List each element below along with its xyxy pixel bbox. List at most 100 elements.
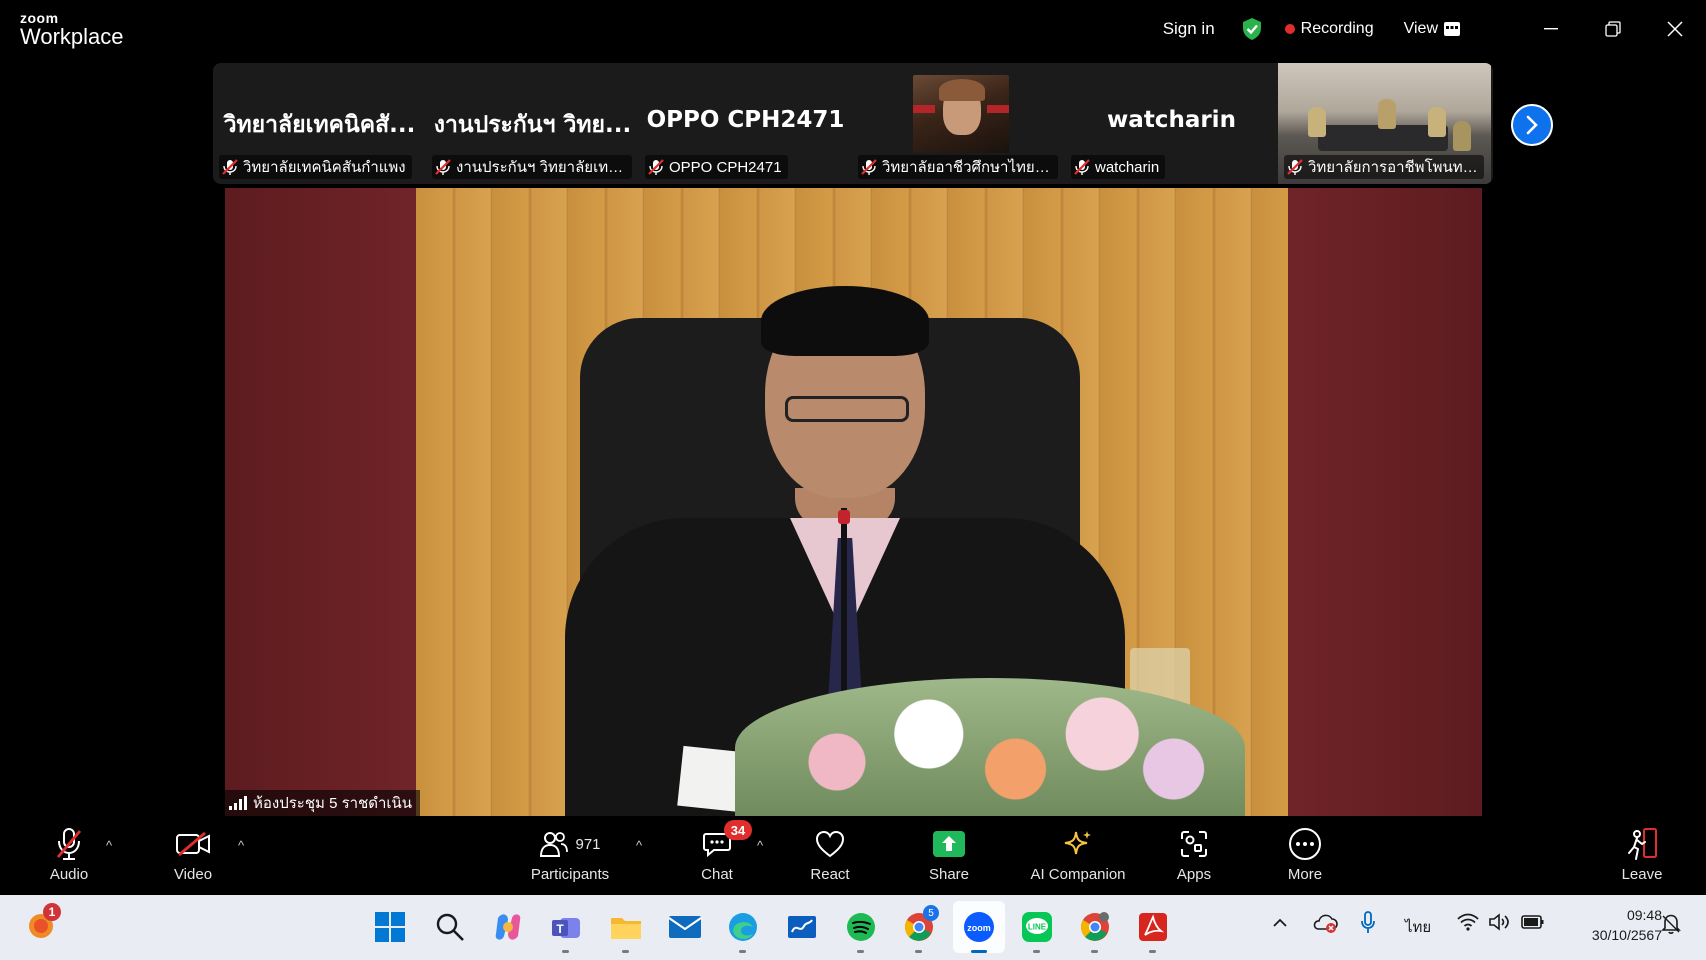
start-menu-icon[interactable] <box>372 909 408 945</box>
more-icon <box>1289 828 1321 860</box>
participant-tile[interactable]: วิทยาลัยอาชีวศึกษาไทยเท... <box>852 63 1065 184</box>
participant-caption-text: งานประกันฯ วิทยาลัยเทคนิ... <box>456 159 626 176</box>
sign-in-link[interactable]: Sign in <box>1163 19 1215 39</box>
participant-caption: OPPO CPH2471 <box>645 155 788 179</box>
clock-date: 30/10/2567 <box>1591 927 1662 943</box>
more-button[interactable]: More <box>1250 826 1360 883</box>
video-options-caret[interactable]: ^ <box>238 838 244 853</box>
whiteboard-icon[interactable] <box>784 909 820 945</box>
wifi-icon[interactable] <box>1457 913 1479 935</box>
grid-view-icon <box>1444 22 1460 36</box>
logo-product: Workplace <box>20 24 124 49</box>
line-app-icon[interactable]: LINE <box>1019 909 1055 953</box>
next-page-button[interactable] <box>1511 104 1553 146</box>
participant-tile[interactable]: งานประกันฯ วิทย... งานประกันฯ วิทยาลัยเท… <box>426 63 639 184</box>
teams-icon[interactable]: T <box>548 909 584 953</box>
mic-muted-icon <box>861 159 877 175</box>
system-clock[interactable]: 09:48 30/10/2567 <box>1592 905 1662 945</box>
clock-time: 09:48 <box>1626 907 1662 923</box>
participant-caption-text: OPPO CPH2471 <box>669 158 782 176</box>
volume-icon[interactable] <box>1488 913 1510 935</box>
share-button[interactable]: Share <box>894 826 1004 883</box>
participant-count: 971 <box>575 835 601 853</box>
mic-muted-icon <box>1287 159 1303 175</box>
input-language-indicator[interactable]: ไทย <box>1405 915 1431 939</box>
participant-avatar <box>913 75 1009 153</box>
mail-icon[interactable] <box>667 909 703 945</box>
svg-text:zoom: zoom <box>967 923 991 933</box>
ai-companion-label: AI Companion <box>1030 866 1126 883</box>
mic-muted-icon <box>435 159 451 175</box>
windows-taskbar: 1 T 5 zoom LINE ไทย 09:48 30/10/2567 <box>0 895 1706 960</box>
leave-button[interactable]: Leave <box>1587 826 1697 883</box>
sparkle-icon <box>1064 831 1091 855</box>
share-screen-icon <box>933 831 965 857</box>
apps-icon <box>1181 831 1207 857</box>
notification-bell-icon[interactable] <box>1661 913 1681 939</box>
video-off-icon <box>176 831 210 857</box>
chat-button[interactable]: 34 Chat <box>662 820 772 883</box>
participants-options-caret[interactable]: ^ <box>636 838 642 853</box>
participant-tile[interactable]: วิทยาลัยเทคนิคสั... วิทยาลัยเทคนิคสันกำแ… <box>213 63 426 184</box>
acrobat-icon[interactable] <box>1135 909 1171 953</box>
participant-caption: งานประกันฯ วิทยาลัยเทคนิ... <box>432 155 632 179</box>
chat-options-caret[interactable]: ^ <box>757 838 763 853</box>
ai-companion-button[interactable]: AI Companion <box>1019 826 1137 883</box>
more-label: More <box>1287 866 1323 883</box>
onedrive-error-icon[interactable] <box>1312 913 1338 937</box>
view-label: View <box>1403 20 1438 37</box>
active-speaker-name: ห้องประชุม 5 ราชดำเนิน <box>253 795 413 812</box>
audio-label: Audio <box>49 866 89 883</box>
participant-display-name: วิทยาลัยเทคนิคสั... <box>223 112 416 138</box>
react-button[interactable]: React <box>775 826 885 883</box>
show-hidden-icons-chevron-icon[interactable] <box>1272 915 1288 932</box>
participants-label: Participants <box>530 866 610 883</box>
participant-caption: watcharin <box>1071 155 1166 179</box>
microphone-in-use-icon[interactable] <box>1360 911 1376 939</box>
chevron-right-icon <box>1526 115 1538 135</box>
video-button[interactable]: Video <box>138 826 248 883</box>
active-speaker-video <box>225 188 1482 816</box>
signal-strength-icon <box>229 796 247 810</box>
video-label: Video <box>173 866 213 883</box>
shield-check-icon[interactable] <box>1241 17 1263 41</box>
minimize-button[interactable] <box>1520 0 1582 58</box>
audio-options-caret[interactable]: ^ <box>106 838 112 853</box>
participants-icon <box>540 832 569 857</box>
leave-icon <box>1628 828 1657 860</box>
chrome-icon[interactable]: 5 <box>901 905 939 953</box>
participant-display-name: watcharin <box>1107 107 1236 133</box>
apps-button[interactable]: Apps <box>1139 826 1249 883</box>
chat-label: Chat <box>701 866 733 883</box>
participants-button[interactable]: 971 Participants <box>515 826 625 883</box>
recording-indicator[interactable]: Recording <box>1284 20 1374 38</box>
participant-tile[interactable]: วิทยาลัยการอาชีพโพนทอง... <box>1278 63 1491 184</box>
edge-browser-icon[interactable] <box>725 909 761 953</box>
spotify-icon[interactable] <box>843 909 879 953</box>
audio-button[interactable]: Audio <box>14 826 124 883</box>
chrome-profile-icon[interactable] <box>1077 909 1113 953</box>
file-explorer-icon[interactable] <box>608 909 644 953</box>
restore-button[interactable] <box>1582 0 1644 58</box>
apps-label: Apps <box>1176 866 1212 883</box>
participant-caption: วิทยาลัยเทคนิคสันกำแพง <box>219 155 412 179</box>
participant-caption-text: วิทยาลัยเทคนิคสันกำแพง <box>243 159 406 176</box>
zoom-app-icon[interactable]: zoom <box>961 909 997 953</box>
participant-caption: วิทยาลัยอาชีวศึกษาไทยเท... <box>858 155 1058 179</box>
copilot-icon[interactable] <box>490 909 526 945</box>
view-button[interactable]: View <box>1404 20 1460 38</box>
participant-tile[interactable]: watcharin watcharin <box>1065 63 1278 184</box>
close-button[interactable] <box>1644 0 1706 58</box>
battery-icon[interactable] <box>1521 914 1545 934</box>
minimize-icon <box>1544 28 1558 30</box>
mic-muted-icon <box>1074 159 1090 175</box>
active-speaker-label: ห้องประชุม 5 ราชดำเนิน <box>225 790 421 816</box>
mic-muted-icon <box>56 828 82 860</box>
participant-tile[interactable]: OPPO CPH2471 OPPO CPH2471 <box>639 63 852 184</box>
chrome-badge: 5 <box>923 905 939 921</box>
search-icon[interactable] <box>432 909 468 945</box>
participant-caption-text: วิทยาลัยการอาชีพโพนทอง... <box>1308 159 1478 176</box>
participant-caption-text: watcharin <box>1095 158 1160 176</box>
mic-muted-icon <box>222 159 238 175</box>
notification-badge: 1 <box>43 903 61 921</box>
